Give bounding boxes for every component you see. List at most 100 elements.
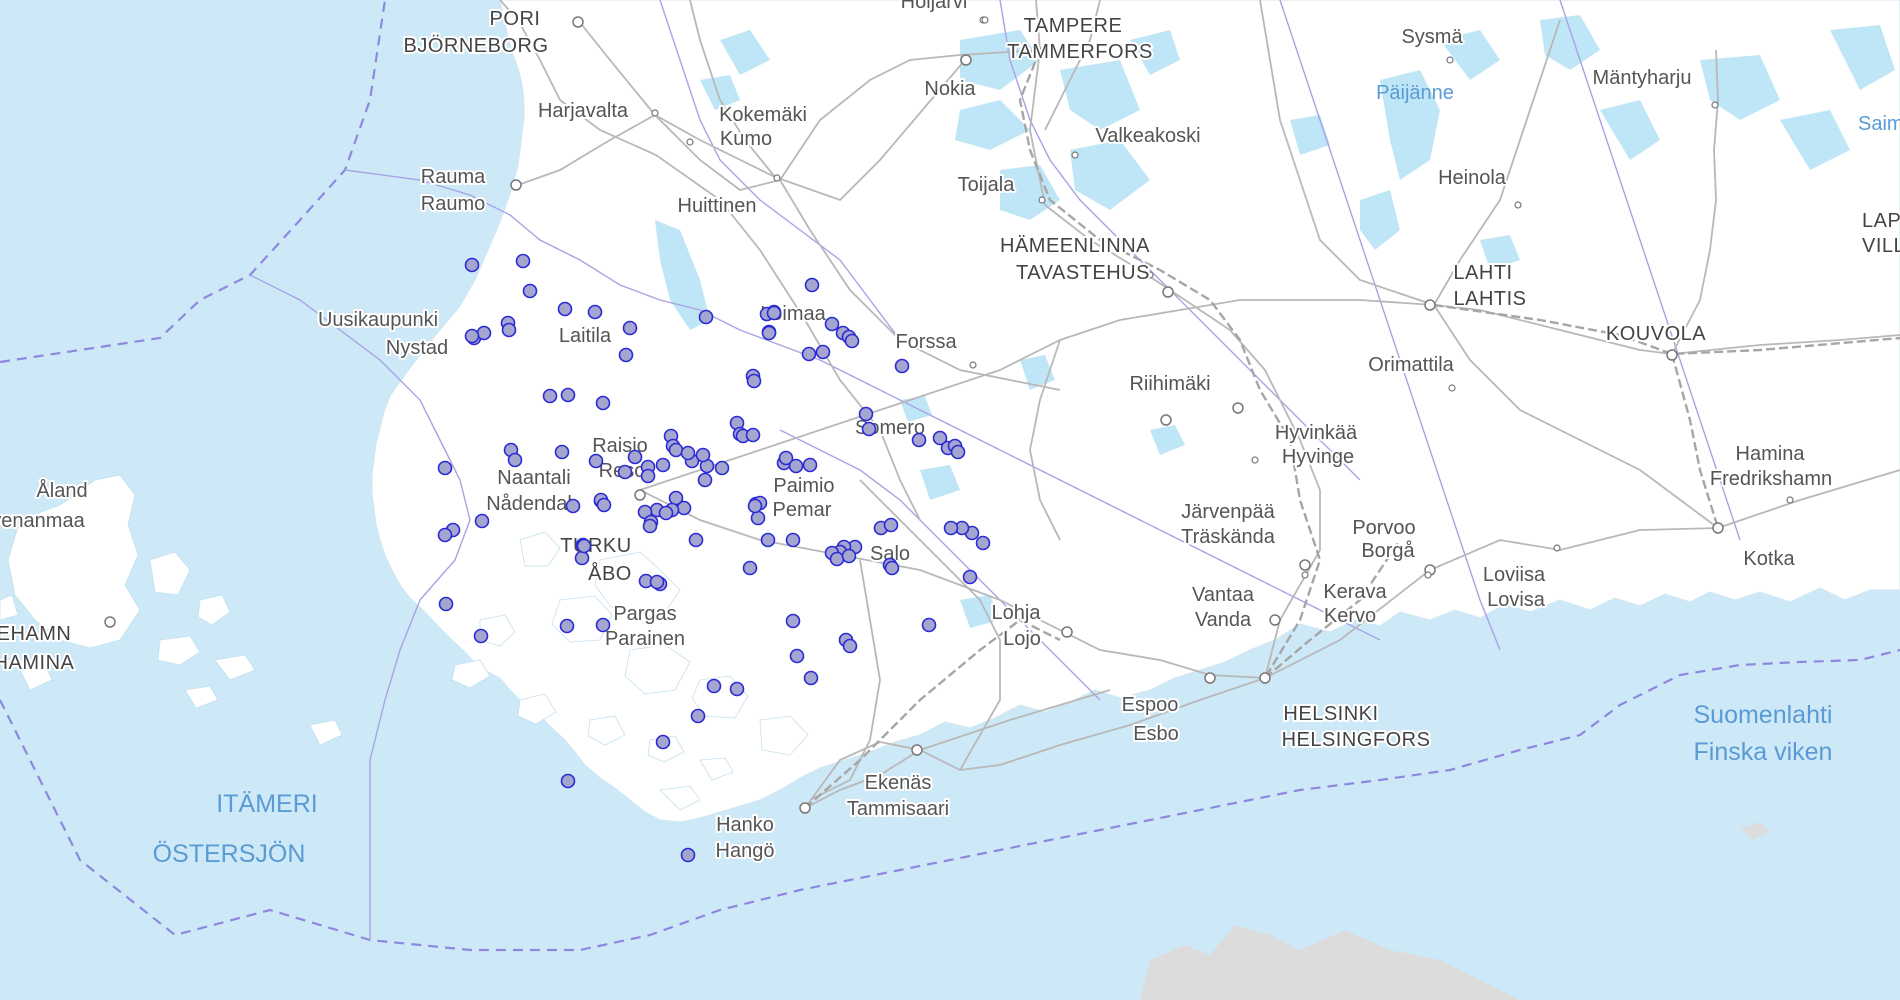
observation-marker[interactable]	[522, 283, 538, 299]
water-label-suomenlahti: Suomenlahti	[1694, 701, 1833, 729]
observation-marker[interactable]	[815, 344, 831, 360]
observation-marker[interactable]	[975, 535, 991, 551]
observation-marker[interactable]	[785, 532, 801, 548]
observation-marker[interactable]	[750, 510, 766, 526]
observation-marker[interactable]	[560, 773, 576, 789]
observation-marker[interactable]	[464, 328, 480, 344]
observation-marker[interactable]	[474, 513, 490, 529]
observation-marker[interactable]	[515, 253, 531, 269]
observation-marker[interactable]	[559, 618, 575, 634]
observation-marker[interactable]	[627, 449, 643, 465]
observation-marker[interactable]	[587, 304, 603, 320]
observation-marker[interactable]	[842, 638, 858, 654]
observation-marker[interactable]	[576, 538, 592, 554]
place-label-villmans: VILLMANS	[1862, 235, 1900, 257]
observation-marker[interactable]	[804, 277, 820, 293]
observation-marker[interactable]	[697, 472, 713, 488]
observation-marker[interactable]	[883, 517, 899, 533]
place-label-ahvenanmaa: venanmaa	[0, 510, 86, 532]
observation-marker[interactable]	[658, 505, 674, 521]
observation-marker[interactable]	[640, 468, 656, 484]
observation-marker[interactable]	[698, 309, 714, 325]
observation-marker[interactable]	[676, 500, 692, 516]
observation-marker[interactable]	[596, 497, 612, 513]
observation-marker[interactable]	[801, 346, 817, 362]
observation-marker[interactable]	[588, 453, 604, 469]
observation-marker[interactable]	[655, 457, 671, 473]
observation-marker[interactable]	[618, 347, 634, 363]
observation-marker[interactable]	[911, 432, 927, 448]
place-label-tampere: TAMPERE	[1024, 15, 1123, 37]
observation-marker[interactable]	[760, 532, 776, 548]
map-svg[interactable]: PORI BJÖRNEBORG Harjavalta KokemäkiKumo Raum…	[0, 0, 1900, 1000]
water-label-itameri: ITÄMERI	[216, 790, 317, 818]
place-label-kokemaki: Kokemäki	[719, 104, 807, 126]
observation-marker[interactable]	[729, 681, 745, 697]
observation-marker[interactable]	[501, 322, 517, 338]
observation-marker[interactable]	[595, 395, 611, 411]
observation-marker[interactable]	[642, 518, 658, 534]
place-label-hanko: Hanko	[716, 814, 774, 836]
place-label-jarvenpaa: Järvenpää	[1181, 501, 1275, 523]
observation-marker[interactable]	[788, 458, 804, 474]
place-label-borga: Borgå	[1361, 540, 1415, 562]
observation-marker[interactable]	[507, 452, 523, 468]
observation-marker[interactable]	[560, 387, 576, 403]
observation-marker[interactable]	[437, 460, 453, 476]
place-label-pori: PORI	[490, 8, 541, 30]
observation-marker[interactable]	[680, 445, 696, 461]
observation-marker[interactable]	[622, 320, 638, 336]
observation-marker[interactable]	[557, 301, 573, 317]
observation-marker[interactable]	[841, 548, 857, 564]
map-canvas[interactable]: PORI BJÖRNEBORG Harjavalta Kokemäki Kumo Raum…	[0, 0, 1900, 1000]
observation-marker[interactable]	[473, 628, 489, 644]
observation-marker[interactable]	[595, 617, 611, 633]
observation-marker[interactable]	[761, 325, 777, 341]
observation-marker[interactable]	[714, 460, 730, 476]
observation-marker[interactable]	[824, 316, 840, 332]
observation-marker[interactable]	[829, 551, 845, 567]
observation-marker[interactable]	[742, 560, 758, 576]
observation-marker[interactable]	[690, 708, 706, 724]
observation-marker[interactable]	[680, 847, 696, 863]
observation-marker[interactable]	[844, 333, 860, 349]
observation-marker[interactable]	[655, 734, 671, 750]
place-label-naantali: Naantali	[497, 467, 570, 489]
observation-marker[interactable]	[861, 421, 877, 437]
place-label-vanda: Vanda	[1195, 609, 1252, 631]
observation-marker[interactable]	[884, 560, 900, 576]
observation-marker[interactable]	[476, 325, 492, 341]
observation-marker[interactable]	[542, 388, 558, 404]
place-label-helsinki: HELSINKI	[1283, 703, 1378, 725]
observation-marker[interactable]	[574, 550, 590, 566]
observation-marker[interactable]	[803, 670, 819, 686]
observation-marker[interactable]	[950, 444, 966, 460]
observation-marker[interactable]	[464, 257, 480, 273]
observation-marker[interactable]	[894, 358, 910, 374]
place-label-lojo: Lojo	[1003, 628, 1041, 650]
observation-marker[interactable]	[943, 520, 959, 536]
observation-marker[interactable]	[962, 569, 978, 585]
observation-marker[interactable]	[802, 457, 818, 473]
observation-marker[interactable]	[747, 498, 763, 514]
observation-marker[interactable]	[766, 305, 782, 321]
observation-marker[interactable]	[746, 373, 762, 389]
observation-marker[interactable]	[649, 574, 665, 590]
observation-marker[interactable]	[785, 613, 801, 629]
observation-marker[interactable]	[565, 498, 581, 514]
place-label-huittinen: Huittinen	[678, 195, 757, 217]
observation-marker[interactable]	[789, 648, 805, 664]
observation-marker[interactable]	[858, 406, 874, 422]
observation-marker[interactable]	[921, 617, 937, 633]
observation-marker[interactable]	[745, 427, 761, 443]
observation-marker[interactable]	[695, 447, 711, 463]
observation-marker[interactable]	[617, 464, 633, 480]
place-label-helsingfors: HELSINGFORS	[1282, 729, 1431, 751]
observation-marker[interactable]	[438, 596, 454, 612]
observation-marker[interactable]	[668, 442, 684, 458]
observation-marker[interactable]	[706, 678, 722, 694]
place-label-lahti: LAHTI	[1453, 262, 1512, 284]
observation-marker[interactable]	[688, 532, 704, 548]
observation-marker[interactable]	[437, 527, 453, 543]
observation-marker[interactable]	[554, 444, 570, 460]
